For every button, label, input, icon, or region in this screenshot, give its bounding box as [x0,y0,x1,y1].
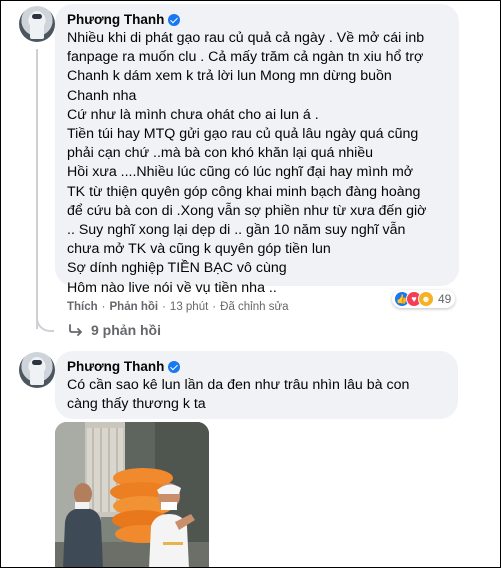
author-name[interactable]: Phương Thanh [67,358,164,376]
edited-label: Đã chỉnh sửa [220,301,289,313]
reaction-summary[interactable]: 👍 ♥ ☻ 49 [392,290,456,308]
reply-button[interactable]: Phản hồi [110,301,159,313]
comment-author[interactable]: Phương Thanh [67,358,446,376]
comment-line: Hôm nào live nói về vụ tiền nha .. [67,279,277,296]
reply-arrow-icon [69,324,82,336]
separator: · [162,301,166,313]
comment-line: Tiền túi hay MTQ gửi gạo rau củ quả lâu … [67,126,419,143]
thread-connector-curve [36,306,54,332]
comment-line: .. Suy nghĩ xong lại dẹp di .. gần 10 nă… [67,222,406,239]
comment-timestamp[interactable]: 13 phút [170,301,208,313]
comment-text: Nhiều khi di phát gạo rau củ quả cả ngày… [67,29,447,298]
comment-line: chưa mở TK và cũng k quyên góp tiền lun [67,241,331,258]
author-name[interactable]: Phương Thanh [67,11,164,29]
avatar-visor [32,360,42,365]
comment-line: Chanh nha [67,87,137,104]
comment-photo[interactable] [55,422,209,567]
comment-bubble: Phương Thanh Có cần sao kê lun lần da đe… [55,351,458,419]
comment-line: Hồi xưa ....Nhiều lúc cũng có lúc nghĩ đ… [67,164,414,181]
separator: · [101,301,106,313]
care-icon: ☻ [418,291,434,307]
avatar-visor [32,14,42,19]
like-button[interactable]: Thích [67,301,98,313]
comment-line: phải cạn chứ ..mà bà con khó khăn lại qu… [67,145,374,162]
comment-line: Cứ như là mình chưa ohát cho ai lun á . [67,106,319,123]
comment-line: fanpage ra muốn clu . Cả mấy trăm cả ngà… [67,49,424,66]
comment-thread: Phương Thanh Nhiều khi di phát gạo rau c… [0,0,501,568]
view-replies-button[interactable]: 9 phản hồi [69,322,161,338]
photo-content [55,422,209,567]
verified-badge-icon [168,361,181,373]
comment-line: TK từ thiện quyên góp công khai minh bạc… [67,183,421,200]
separator: · [212,301,217,313]
comment-line: để cứu bà con di .Xong vẫn sợ phiền như … [67,202,427,219]
comment-bubble: Phương Thanh Nhiều khi di phát gạo rau c… [55,4,459,296]
comment-author[interactable]: Phương Thanh [67,11,447,29]
comment-actions: Thích · Phản hồi · 13 phút · Đã chỉnh sử… [67,301,289,313]
thread-connector [36,49,38,329]
verified-badge-icon [168,14,181,26]
comment-text: Có cần sao kê lun lần da đen như trâu nh… [67,376,446,414]
replies-count-label: 9 phản hồi [91,322,161,338]
author-avatar[interactable] [19,6,55,42]
comment-line: Sợ dính nghiệp TIỀN BẠC vô cùng [67,260,287,277]
comment-line: Chanh k dám xem k trả lời lun Mong mn dừ… [67,68,392,85]
author-avatar[interactable] [19,352,55,388]
comment-line: Có cần sao kê lun lần da đen như trâu nh… [67,377,410,393]
comment-line: càng thấy thương k ta [67,396,206,413]
reaction-count: 49 [438,292,452,306]
comment-line: Nhiều khi di phát gạo rau củ quả cả ngày… [67,30,425,46]
